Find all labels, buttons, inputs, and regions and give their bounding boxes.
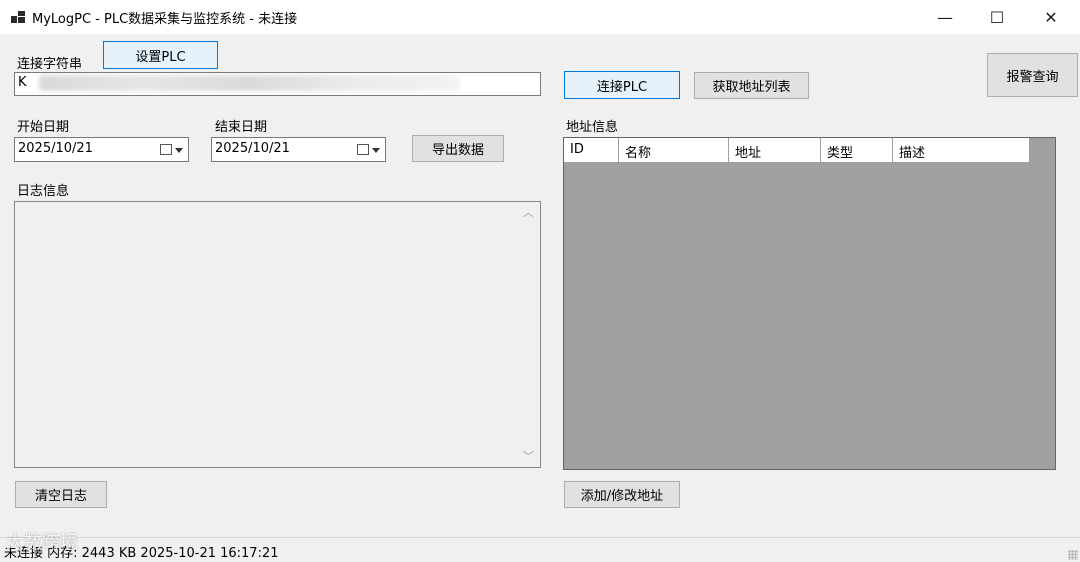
minimize-icon[interactable]: —: [920, 0, 970, 34]
connection-string-label: 连接字符串: [17, 57, 83, 72]
scroll-down-icon[interactable]: ﹀: [523, 448, 534, 464]
scroll-up-icon[interactable]: ︿: [523, 204, 534, 220]
watermark: 大数跨境: [6, 532, 78, 553]
column-header-address[interactable]: 地址: [729, 138, 821, 163]
app-icon: [11, 11, 25, 23]
column-header-name[interactable]: 名称: [619, 138, 729, 163]
title-bar: MyLogPC - PLC数据采集与监控系统 - 未连接 — ☐ ✕: [0, 0, 1080, 34]
chevron-down-icon[interactable]: [372, 148, 380, 153]
window-title: MyLogPC - PLC数据采集与监控系统 - 未连接: [32, 12, 298, 27]
end-date-value: 2025/10/21: [215, 141, 290, 156]
column-header-description[interactable]: 描述: [893, 138, 1030, 163]
maximize-icon[interactable]: ☐: [972, 0, 1022, 34]
close-icon[interactable]: ✕: [1026, 0, 1076, 34]
chevron-down-icon[interactable]: [175, 148, 183, 153]
start-date-picker[interactable]: 2025/10/21: [14, 137, 189, 162]
address-info-label: 地址信息: [566, 120, 619, 135]
setup-plc-button[interactable]: 设置PLC: [103, 41, 218, 69]
connection-string-value: K: [18, 75, 27, 90]
end-date-label: 结束日期: [215, 120, 268, 135]
connect-plc-button[interactable]: 连接PLC: [564, 71, 680, 99]
resize-grip-icon[interactable]: [1068, 550, 1078, 560]
add-modify-address-button[interactable]: 添加/修改地址: [564, 481, 680, 508]
calendar-icon[interactable]: [160, 144, 172, 155]
address-grid[interactable]: ID 名称 地址 类型 描述: [563, 137, 1056, 470]
redacted-blur: [39, 75, 459, 91]
end-date-picker[interactable]: 2025/10/21: [211, 137, 386, 162]
connection-string-input[interactable]: K: [14, 72, 541, 96]
start-date-label: 开始日期: [17, 120, 70, 135]
get-address-list-button[interactable]: 获取地址列表: [694, 72, 809, 99]
export-data-button[interactable]: 导出数据: [412, 135, 504, 162]
log-textarea[interactable]: ︿ ﹀: [14, 201, 541, 468]
start-date-value: 2025/10/21: [18, 141, 93, 156]
alarm-query-button[interactable]: 报警查询: [987, 53, 1078, 97]
calendar-icon[interactable]: [357, 144, 369, 155]
column-header-type[interactable]: 类型: [821, 138, 893, 163]
address-grid-header: ID 名称 地址 类型 描述: [564, 138, 1030, 163]
status-bar: 未连接 内存: 2443 KB 2025-10-21 16:17:21: [0, 537, 1080, 562]
column-header-id[interactable]: ID: [564, 138, 619, 163]
clear-log-button[interactable]: 清空日志: [15, 481, 107, 508]
log-label: 日志信息: [17, 184, 70, 199]
